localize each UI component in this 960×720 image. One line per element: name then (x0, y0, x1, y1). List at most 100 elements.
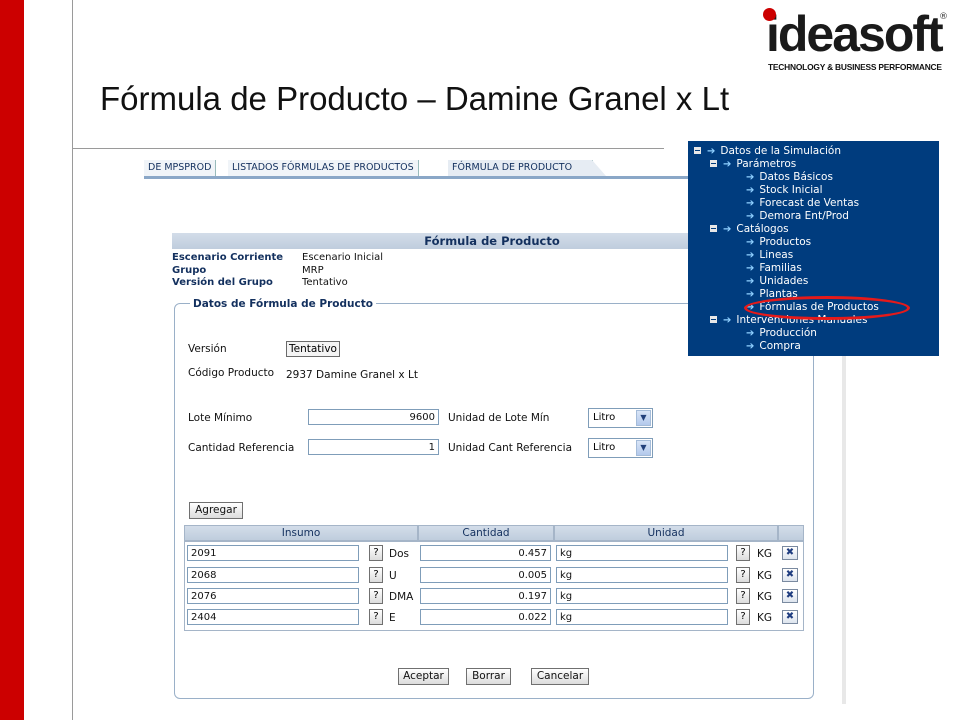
info-group-version-label: Versión del Grupo (172, 277, 273, 288)
tree-root[interactable]: ➔ Datos de la Simulación (694, 145, 841, 158)
tree-item-forecast-ventas[interactable]: ➔ Forecast de Ventas (746, 197, 859, 210)
lot-unit-label: Unidad de Lote Mín (448, 412, 550, 424)
tree-item-label: Producción (759, 327, 817, 339)
tree-group-parametros[interactable]: ➔ Parámetros (710, 158, 796, 171)
accept-button[interactable]: Aceptar (398, 668, 449, 685)
arrow-right-icon: ➔ (746, 172, 755, 183)
lot-min-label: Lote Mínimo (188, 412, 253, 424)
arrow-right-icon: ➔ (746, 198, 755, 209)
clear-button[interactable]: Borrar (466, 668, 511, 685)
quantity-input[interactable]: 0.197 (420, 588, 551, 604)
slide-title: Fórmula de Producto – Damine Granel x Lt (100, 80, 730, 117)
lot-min-input[interactable]: 9600 (308, 409, 439, 425)
tree-item-unidades[interactable]: ➔ Unidades (746, 275, 808, 288)
tree-item-label: Compra (759, 340, 801, 352)
logo-dot (763, 8, 776, 21)
arrow-right-icon: ➔ (746, 341, 755, 352)
info-group-version-value: Tentativo (302, 277, 348, 288)
tree-item-label: Productos (759, 236, 812, 248)
tree-item-produccion[interactable]: ➔ Producción (746, 327, 817, 340)
tree-item-demora[interactable]: ➔ Demora Ent/Prod (746, 210, 849, 223)
tree-group-label: Catálogos (736, 223, 789, 235)
collapse-icon[interactable] (710, 159, 717, 167)
insumo-lookup-button[interactable]: ? (369, 545, 383, 561)
ref-unit-select[interactable]: Litro ▼ (588, 438, 653, 458)
tree-item-lineas[interactable]: ➔ Lineas (746, 249, 793, 262)
info-scenario-label: Escenario Corriente (172, 252, 284, 263)
logo-tagline: TECHNOLOGY & BUSINESS PERFORMANCE (768, 62, 942, 72)
insumo-code: U (389, 570, 397, 582)
unit-input[interactable]: kg (556, 567, 728, 583)
delete-row-icon[interactable]: ✖ (782, 589, 798, 603)
tree-item-compra[interactable]: ➔ Compra (746, 340, 801, 353)
ref-qty-input[interactable]: 1 (308, 439, 439, 455)
tree-item-datos-basicos[interactable]: ➔ Datos Básicos (746, 171, 833, 184)
ref-unit-label: Unidad Cant Referencia (448, 442, 573, 454)
unit-input[interactable]: kg (556, 545, 728, 561)
tab-listados-formulas[interactable]: LISTADOS FÓRMULAS DE PRODUCTOS (228, 160, 419, 176)
column-header-actions (778, 525, 804, 541)
add-button[interactable]: Agregar (189, 502, 243, 519)
insumo-input[interactable]: 2404 (187, 609, 359, 625)
tree-item-label: Unidades (759, 275, 809, 287)
ideasoft-logo: ideasoft ® TECHNOLOGY & BUSINESS PERFORM… (760, 4, 950, 78)
ref-unit-value: Litro (593, 442, 616, 453)
delete-row-icon[interactable]: ✖ (782, 546, 798, 560)
arrow-right-icon: ➔ (723, 315, 732, 326)
unit-input[interactable]: kg (556, 588, 728, 604)
collapse-icon[interactable] (710, 315, 717, 323)
collapse-icon[interactable] (710, 224, 717, 232)
unit-lookup-button[interactable]: ? (736, 609, 750, 625)
tree-item-label: Demora Ent/Prod (759, 210, 849, 222)
unit-code: KG (757, 612, 773, 624)
tree-item-label: Stock Inicial (759, 184, 823, 196)
tree-group-catalogos[interactable]: ➔ Catálogos (710, 223, 789, 236)
insumo-input[interactable]: 2076 (187, 588, 359, 604)
quantity-input[interactable]: 0.005 (420, 567, 551, 583)
arrow-right-icon: ➔ (723, 159, 732, 170)
insumo-input[interactable]: 2068 (187, 567, 359, 583)
quantity-input[interactable]: 0.022 (420, 609, 551, 625)
slide-horizontal-rule (72, 148, 664, 149)
insumo-lookup-button[interactable]: ? (369, 567, 383, 583)
slide-red-bar (0, 0, 24, 720)
tree-item-stock-inicial[interactable]: ➔ Stock Inicial (746, 184, 823, 197)
arrow-right-icon: ➔ (723, 224, 732, 235)
product-code-value: 2937 Damine Granel x Lt (286, 369, 418, 381)
lot-unit-select[interactable]: Litro ▼ (588, 408, 653, 428)
insumo-code: Dos (389, 548, 409, 560)
arrow-right-icon: ➔ (746, 263, 755, 274)
tree-item-familias[interactable]: ➔ Familias (746, 262, 802, 275)
collapse-icon[interactable] (694, 146, 701, 154)
tree-item-productos[interactable]: ➔ Productos (746, 236, 811, 249)
unit-lookup-button[interactable]: ? (736, 588, 750, 604)
insumo-input[interactable]: 2091 (187, 545, 359, 561)
highlight-oval (744, 296, 910, 320)
unit-lookup-button[interactable]: ? (736, 545, 750, 561)
tree-group-label: Parámetros (736, 158, 797, 170)
fieldset-legend: Datos de Fórmula de Producto (190, 298, 376, 310)
slide-vertical-rule (72, 0, 73, 720)
lot-unit-value: Litro (593, 412, 616, 423)
delete-row-icon[interactable]: ✖ (782, 568, 798, 582)
info-group-label: Grupo (172, 265, 207, 276)
arrow-right-icon: ➔ (746, 276, 755, 287)
quantity-input[interactable]: 0.457 (420, 545, 551, 561)
chevron-down-icon[interactable]: ▼ (636, 440, 651, 456)
delete-row-icon[interactable]: ✖ (782, 610, 798, 624)
logo-registered-mark: ® (939, 12, 948, 22)
unit-input[interactable]: kg (556, 609, 728, 625)
tree-item-label: Datos Básicos (759, 171, 833, 183)
chevron-down-icon[interactable]: ▼ (636, 410, 651, 426)
tab-mpsprod[interactable]: DE MPSPROD (144, 160, 217, 176)
tree-item-label: Forecast de Ventas (759, 197, 860, 209)
insumo-lookup-button[interactable]: ? (369, 588, 383, 604)
unit-lookup-button[interactable]: ? (736, 567, 750, 583)
column-header-unidad: Unidad (554, 525, 778, 541)
cancel-button[interactable]: Cancelar (531, 668, 589, 685)
tab-formula-producto[interactable]: FÓRMULA DE PRODUCTO (448, 160, 593, 176)
insumo-lookup-button[interactable]: ? (369, 609, 383, 625)
product-code-label: Código Producto (188, 367, 275, 379)
logo-word: ideasoft (766, 6, 944, 62)
column-header-insumo: Insumo (184, 525, 418, 541)
